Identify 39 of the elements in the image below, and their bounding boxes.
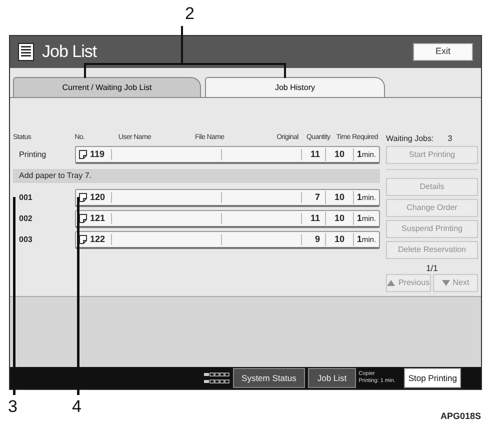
job-number: 119 — [90, 148, 105, 161]
down-triangle-icon — [442, 280, 450, 286]
quantity: 10 — [326, 232, 354, 246]
original-count: 9 — [302, 232, 326, 246]
callout-number: 3 — [8, 398, 18, 415]
notice-text: Add paper to Tray 7. — [13, 169, 380, 183]
original-count: 11 — [302, 212, 326, 226]
quantity: 10 — [326, 212, 354, 226]
list-icon — [18, 43, 34, 61]
status-text: Printing — [18, 149, 48, 161]
screen-title: Job List — [42, 41, 97, 64]
stop-printing-button[interactable]: Stop Printing — [404, 368, 461, 388]
page-indicator: 1/1 — [425, 262, 439, 274]
document-icon — [79, 193, 87, 202]
status-bar-button[interactable]: System Status — [232, 368, 306, 388]
job-number: 122 — [90, 232, 106, 246]
waiting-jobs-count: 3 — [448, 132, 452, 144]
tab[interactable]: Job History — [205, 77, 385, 97]
exit-button[interactable]: Exit — [413, 43, 473, 61]
original-count: 11 — [302, 148, 326, 162]
status-text: 003 — [18, 234, 34, 246]
toner-gauge-icon — [204, 371, 230, 385]
status-text: 001 — [18, 192, 34, 204]
waiting-jobs-label: Waiting Jobs: — [386, 132, 434, 144]
document-icon — [79, 235, 87, 244]
tab[interactable]: Current / Waiting Job List — [13, 77, 201, 97]
document-icon — [79, 214, 87, 223]
callout-number: 4 — [72, 398, 82, 415]
figure-code: APG018S — [440, 410, 481, 422]
job-number: 120 — [90, 190, 106, 204]
document-icon — [79, 150, 87, 159]
quantity: 10 — [326, 190, 354, 204]
original-count: 7 — [302, 190, 326, 204]
status-bar-button[interactable]: Job List — [308, 368, 356, 388]
status-text: 002 — [18, 213, 34, 225]
quantity: 10 — [326, 148, 354, 162]
up-triangle-icon — [387, 280, 396, 286]
job-number: 121 — [90, 212, 106, 225]
callout-number: 2 — [185, 5, 194, 22]
